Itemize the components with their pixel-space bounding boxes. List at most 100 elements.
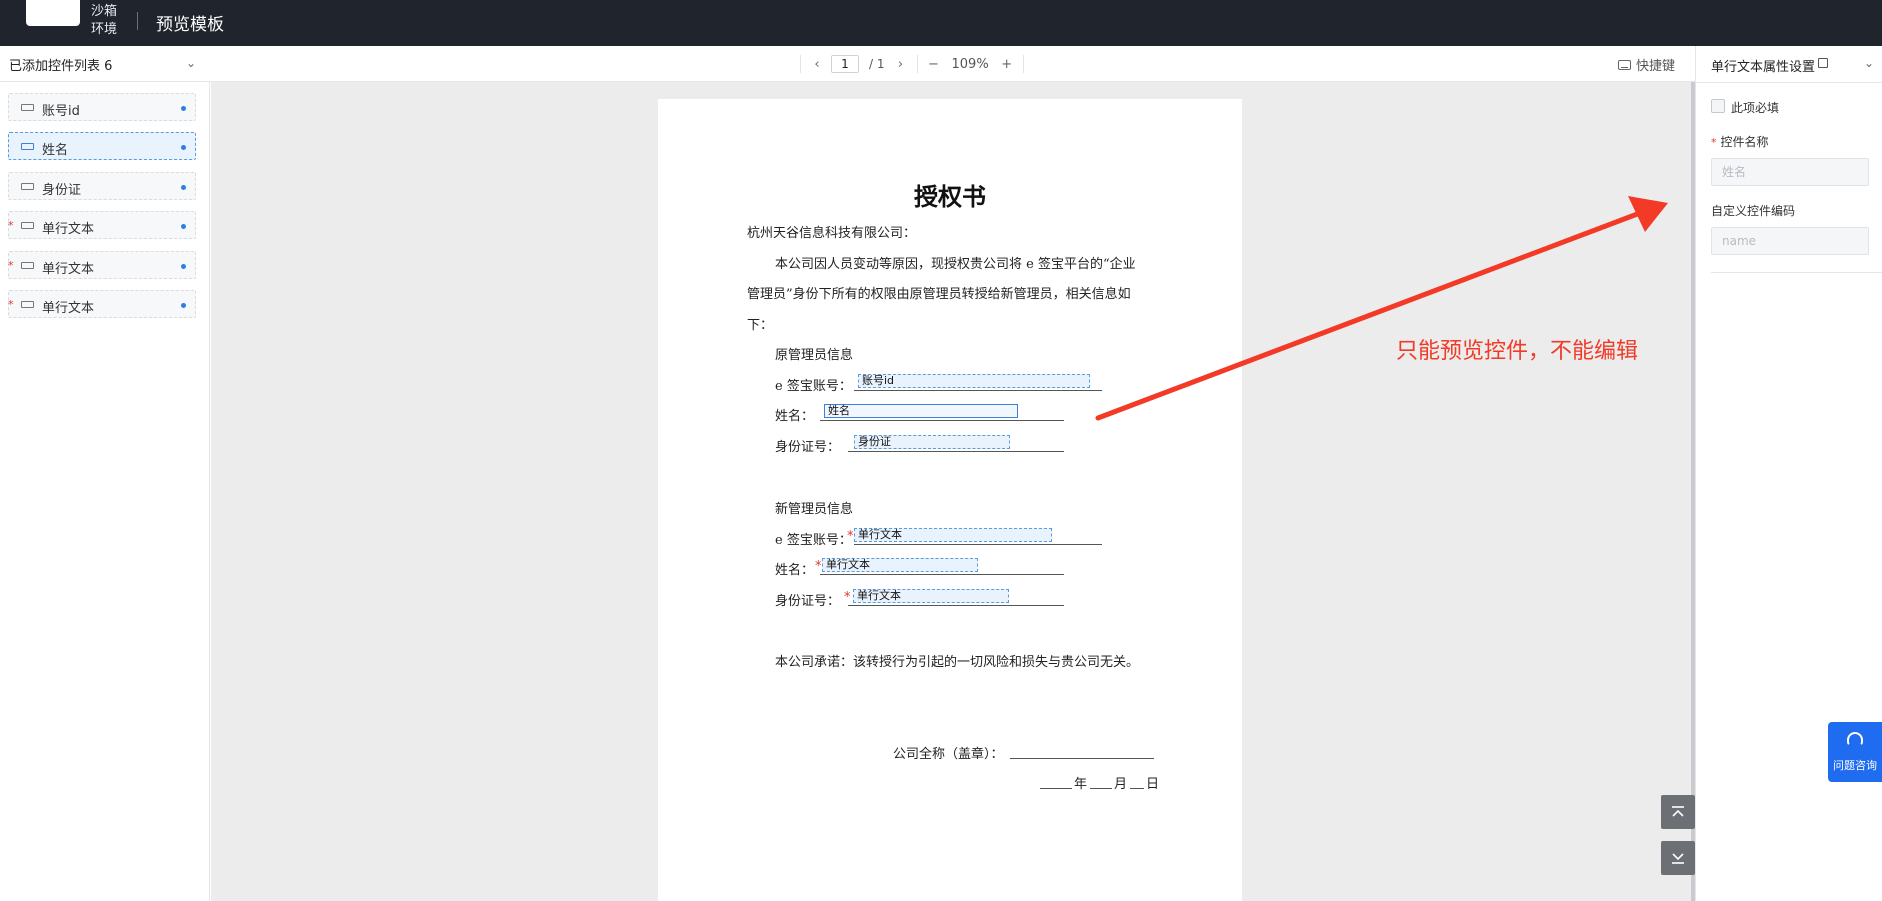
document-title: 授权书 [914,182,986,211]
control-item-label: 身份证 [42,183,82,198]
control-item-id-card[interactable]: 身份证 [8,172,196,200]
control-field-new-name[interactable]: 单行文本 [822,558,978,572]
control-item-label: 单行文本 [42,262,95,277]
underline [820,420,1064,421]
help-consult-button[interactable]: 问题咨询 [1828,722,1882,782]
control-item-name[interactable]: 姓名 [8,132,196,160]
date-year: 年 [1074,777,1088,792]
new-admin-heading: 新管理员信息 [775,502,854,517]
page-number-input[interactable]: 1 [831,55,859,73]
control-list-title: 已添加控件列表 6 [9,59,113,74]
scroll-to-bottom-button[interactable] [1661,841,1695,875]
chevron-down-icon[interactable]: ⌄ [186,56,196,70]
underline [1040,788,1072,789]
control-item-account-id[interactable]: 账号id [8,93,196,121]
required-mark: * [8,218,14,232]
scroll-to-top-button[interactable] [1661,795,1695,829]
divider [1022,55,1024,73]
status-dot [181,145,186,150]
copy-icon[interactable] [1818,58,1828,68]
control-field-id-card[interactable]: 身份证 [854,435,1010,449]
divider [1711,272,1882,273]
divider [1696,82,1882,83]
required-mark: * [844,590,851,605]
control-field-account-id[interactable]: 账号id [858,374,1090,388]
env-label: 沙箱环境 [91,4,118,37]
document-canvas[interactable]: 授权书 杭州天谷信息科技有限公司： 本公司因人员变动等原因，现授权贵公司将 e … [211,82,1691,901]
divider [916,55,918,73]
underline [854,390,1102,391]
text-field-icon [21,301,34,308]
control-item-label: 单行文本 [42,301,95,316]
control-item-text-1[interactable]: * 单行文本 [8,211,196,239]
control-field-new-account[interactable]: 单行文本 [854,528,1052,542]
underline [1090,788,1112,789]
control-item-label: 单行文本 [42,222,95,237]
pager: ‹ 1 / 1 › − 109% + [794,53,1030,75]
help-label: 问题咨询 [1833,759,1877,772]
id-label: 身份证号： [775,440,841,455]
paragraph-line: 管理员”身份下所有的权限由原管理员转授给新管理员，相关信息如 [747,287,1131,302]
zoom-in-icon[interactable]: + [997,57,1017,72]
annotation-text: 只能预览控件，不能编辑 [1396,339,1639,364]
control-item-text-2[interactable]: * 单行文本 [8,251,196,279]
required-mark: * [8,297,14,311]
shortcut-label: 快捷键 [1636,59,1676,74]
required-mark: * [847,529,854,544]
control-item-label: 账号id [42,104,80,119]
control-name-label: * 控件名称 [1711,133,1769,150]
control-code-input[interactable]: name [1711,227,1869,255]
top-header: 沙箱环境 预览模板 [0,0,1882,46]
prev-page-icon[interactable]: ‹ [807,57,827,72]
zoom-level: 109% [951,56,989,72]
name-label: 姓名： [775,409,815,424]
text-field-icon [21,143,34,150]
paragraph-line: 本公司因人员变动等原因，现授权贵公司将 e 签宝平台的“企业 [775,257,1136,272]
text-field-icon [21,262,34,269]
control-field-new-id[interactable]: 单行文本 [853,589,1009,603]
control-item-label: 姓名 [42,143,69,158]
company-label: 公司全称（盖章）： [893,747,1004,762]
text-field-icon [21,104,34,111]
zoom-out-icon[interactable]: − [924,57,944,72]
chevron-down-icon[interactable]: ⌄ [1864,56,1874,70]
required-checkbox-label: 此项必填 [1731,101,1780,115]
underline [848,451,1064,452]
properties-title: 单行文本属性设置 [1711,60,1816,75]
control-field-name[interactable]: 姓名 [824,404,1018,418]
status-dot [181,106,186,111]
underline [1010,758,1154,759]
required-mark: * [1711,136,1717,149]
control-name-input[interactable]: 姓名 [1711,158,1869,186]
status-dot [181,264,186,269]
account-label: e 签宝账号： [775,533,852,548]
underline [820,574,1064,575]
promise-text: 本公司承诺：该转授行为引起的一切风险和损失与贵公司无关。 [775,655,1140,670]
page-title: 预览模板 [156,15,224,35]
underline [1130,788,1144,789]
underline [848,605,1064,606]
old-admin-heading: 原管理员信息 [775,348,854,363]
name-label: 姓名： [775,563,815,578]
status-dot [181,303,186,308]
paragraph-line: 下： [747,318,774,333]
text-field-icon [21,222,34,229]
date-month: 月 [1114,777,1128,792]
document-page: 授权书 杭州天谷信息科技有限公司： 本公司因人员变动等原因，现授权贵公司将 e … [658,99,1242,901]
account-label: e 签宝账号： [775,379,852,394]
control-name-label-text: 控件名称 [1720,135,1769,149]
control-item-text-3[interactable]: * 单行文本 [8,290,196,318]
required-mark: * [8,258,14,272]
control-list-panel: 账号id 姓名 身份证 * 单行文本 * 单行文本 * 单行文本 [0,82,210,901]
scroll-top-icon [1672,806,1684,817]
shortcut-button[interactable]: 快捷键 [1618,55,1675,74]
required-mark: * [815,559,822,574]
required-checkbox[interactable] [1711,99,1725,113]
date-day: 日 [1146,777,1160,792]
divider [800,55,801,73]
control-code-label: 自定义控件编码 [1711,204,1796,218]
status-dot [181,185,186,190]
underline [854,544,1102,545]
addressee: 杭州天谷信息科技有限公司： [747,226,917,241]
next-page-icon[interactable]: › [891,57,911,72]
